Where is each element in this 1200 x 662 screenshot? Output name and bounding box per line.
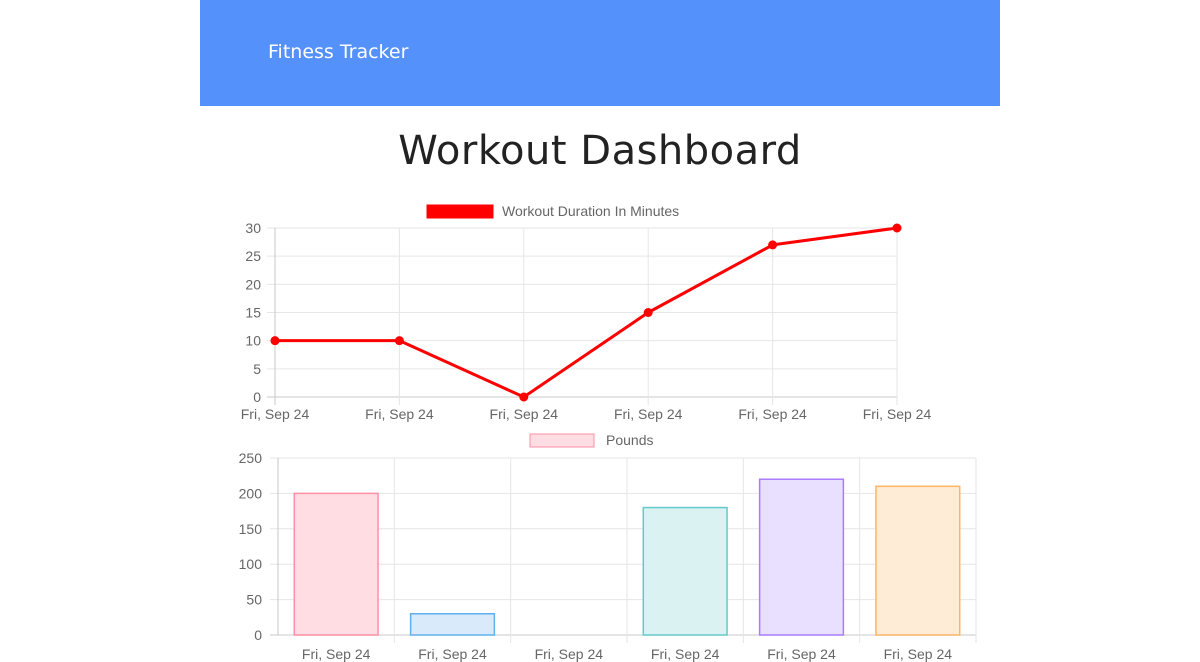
y-tick-label: 50 (246, 592, 262, 608)
pounds-bar-chart: Pounds050100150200250Fri, Sep 24 Fri, Sep… (239, 432, 977, 662)
chart1-legend: Workout Duration In Minutes (426, 203, 679, 219)
page: Fitness Tracker Workout Dashboard Workou… (0, 0, 1200, 662)
y-tick-label: 100 (239, 556, 263, 572)
x-tick-label: Fri, Sep 24 (365, 406, 434, 422)
bar (293, 492, 379, 636)
data-point (768, 240, 778, 250)
legend-swatch (529, 433, 595, 448)
data-point (270, 336, 280, 346)
x-tick-label: Fri, Sep 24 (490, 406, 559, 422)
chart2-legend: Pounds (529, 432, 653, 448)
y-tick-label: 150 (239, 521, 263, 537)
y-tick-label: 0 (253, 389, 261, 405)
workout-duration-line-chart: Workout Duration In Minutes 0 5 10 15 20 25 30 F… (241, 203, 932, 422)
bar (409, 613, 496, 636)
y-tick-label: 0 (254, 627, 262, 643)
y-tick-label: 25 (245, 248, 261, 264)
brand-link[interactable]: Fitness Tracker (268, 41, 408, 63)
page-title: Workout Dashboard (398, 128, 802, 174)
bar (642, 506, 728, 636)
legend-label: Pounds (606, 432, 653, 448)
x-tick-label: Fri, Sep 24 (738, 406, 807, 422)
y-tick-label: 250 (239, 450, 263, 466)
legend-swatch (426, 204, 494, 219)
y-tick-label: 10 (245, 333, 261, 349)
data-point (892, 223, 902, 233)
y-tick-label: 5 (253, 361, 261, 377)
data-point (519, 392, 529, 402)
x-tick-label: Fri, Sep 24 (241, 406, 310, 422)
data-point (394, 336, 404, 346)
y-tick-label: 30 (245, 220, 261, 236)
x-tick-label: Fri, Sep 24 (863, 406, 932, 422)
y-tick-label: 20 (245, 276, 261, 292)
data-point (643, 308, 653, 317)
legend-label: Workout Duration In Minutes (502, 203, 679, 219)
y-tick-label: 200 (239, 485, 263, 501)
bar (875, 485, 961, 636)
x-tick-label: Fri, Sep 24 (614, 406, 683, 422)
y-tick-label: 15 (245, 305, 261, 321)
navbar: Fitness Tracker (200, 0, 1000, 106)
bar (758, 478, 845, 636)
